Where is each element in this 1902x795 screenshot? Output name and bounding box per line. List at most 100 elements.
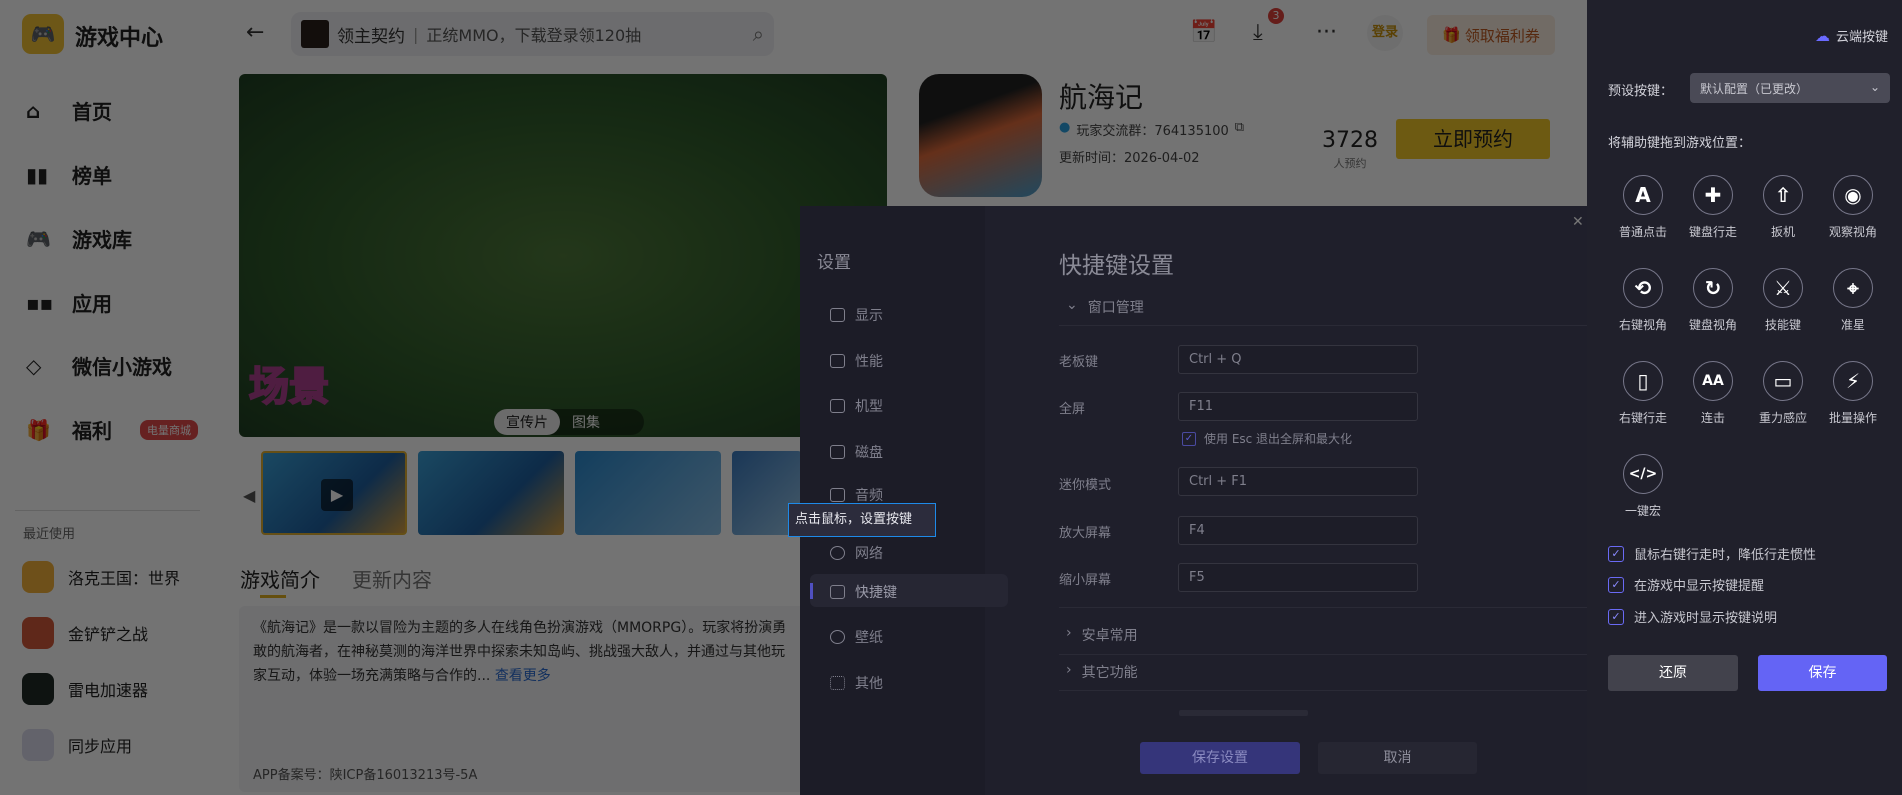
cancel-button[interactable]: 取消 (1318, 742, 1477, 774)
cloud-keys-button[interactable]: ☁ 云端按键 (1814, 26, 1888, 46)
sidebar-item-wechat-games[interactable]: ◇ 微信小游戏 (26, 351, 172, 380)
game-icon (22, 561, 54, 593)
label: 玩家交流群：764135100 (1076, 124, 1229, 139)
game-video-banner[interactable]: 场景 宣传片 图集 (239, 74, 887, 437)
update-time: 更新时间：2026-04-02 (1059, 151, 1200, 166)
banner-label: 场景 (248, 363, 330, 411)
mini-mode-input[interactable]: Ctrl + F1 (1178, 467, 1418, 496)
label: 使用 Esc 退出全屏和最大化 (1204, 432, 1353, 446)
sidebar-item-home[interactable]: ⌂ 首页 (26, 96, 112, 125)
option-checkbox[interactable]: ✓ 鼠标右键行走时，降低行走惯性 (1608, 544, 1816, 563)
section-android[interactable]: › 安卓常用 (1066, 625, 1138, 645)
more-icon[interactable]: ··· (1316, 20, 1337, 45)
search-input[interactable]: 领主契约 | 正统MMO，下载登录领120抽 ⌕ (291, 12, 774, 56)
settings-nav-audio[interactable]: 音频 (830, 485, 883, 505)
tab-gallery[interactable]: 图集 (560, 409, 612, 435)
thumbnail[interactable] (418, 451, 564, 535)
tool-label: 技能键 (1764, 318, 1801, 332)
tool-trigger[interactable]: ⇧ 扳机 (1748, 175, 1818, 240)
recent-item[interactable]: 洛克王国：世界 (22, 561, 180, 593)
preset-dropdown[interactable]: 默认配置（已更改） ⌄ (1690, 73, 1890, 103)
esc-checkbox[interactable]: ✓ 使用 Esc 退出全屏和最大化 (1182, 430, 1352, 447)
game-icon (22, 673, 54, 705)
settings-nav-model[interactable]: 机型 (830, 396, 883, 416)
settings-nav-other[interactable]: 其他 (830, 673, 883, 693)
tool-macro[interactable]: </> 一键宏 (1608, 454, 1678, 519)
tool-crosshair[interactable]: ⌖ 准星 (1818, 268, 1888, 333)
tool-label: 批量操作 (1828, 411, 1877, 425)
zoom-in-input[interactable]: F4 (1178, 516, 1418, 545)
player-group: ● 玩家交流群：764135100 ⧉ (1059, 120, 1244, 139)
back-arrow-icon[interactable]: ← (246, 20, 264, 45)
option-checkbox[interactable]: ✓ 在游戏中显示按键提醒 (1608, 575, 1764, 594)
mouse-view-icon: ⟲ (1623, 268, 1663, 308)
coupon-button[interactable]: 🎁 领取福利券 (1427, 15, 1555, 55)
settings-nav-disk[interactable]: 磁盘 (830, 442, 883, 462)
label: 安卓常用 (1081, 628, 1138, 644)
thumbnail-video[interactable]: ▶ (261, 451, 407, 535)
tool-tap[interactable]: A 普通点击 (1608, 175, 1678, 240)
sidebar-item-library[interactable]: 🎮 游戏库 (26, 224, 132, 253)
save-settings-button[interactable]: 保存设置 (1140, 742, 1300, 774)
swords-icon: ⚔ (1763, 268, 1803, 308)
close-icon[interactable]: ✕ (1572, 214, 1584, 230)
section-window[interactable]: ⌄ 窗口管理 (1066, 297, 1144, 317)
divider (1059, 607, 1587, 608)
section-other[interactable]: › 其它功能 (1066, 662, 1138, 682)
recent-item[interactable]: 金铲铲之战 (22, 617, 148, 649)
sidebar-item-apps[interactable]: ▪▪ 应用 (26, 288, 112, 317)
globe-icon (830, 546, 845, 560)
download-icon[interactable]: ⤓ (1253, 20, 1263, 45)
tool-combo[interactable]: AA 连击 (1678, 361, 1748, 426)
zoom-out-input[interactable]: F5 (1178, 563, 1418, 592)
settings-nav-display[interactable]: 显示 (830, 305, 883, 325)
divider (1059, 325, 1587, 326)
calendar-icon[interactable]: 📅 (1190, 20, 1217, 45)
search-hint: 正统MMO，下载登录领120抽 (426, 26, 642, 45)
tab-indicator (260, 595, 286, 598)
recent-item[interactable]: 同步应用 (22, 729, 132, 761)
tab-updates[interactable]: 更新内容 (352, 564, 432, 593)
cloud-icon: ☁ (1814, 26, 1830, 45)
macro-icon: </> (1623, 454, 1663, 494)
settings-nav-performance[interactable]: 性能 (830, 351, 883, 371)
reserve-button[interactable]: 立即预约 (1396, 119, 1550, 159)
tool-mouse[interactable]: ▯ 右键行走 (1608, 361, 1678, 426)
tool-dpad[interactable]: ✚ 键盘行走 (1678, 175, 1748, 240)
settings-nav-network[interactable]: 网络 (830, 543, 883, 563)
tab-intro[interactable]: 游戏简介 (240, 564, 320, 593)
tool-swords[interactable]: ⚔ 技能键 (1748, 268, 1818, 333)
folder-icon (830, 399, 845, 413)
label: 首页 (72, 100, 112, 124)
eye-icon: ◉ (1833, 175, 1873, 215)
save-button[interactable]: 保存 (1758, 655, 1887, 691)
tab-video[interactable]: 宣传片 (494, 409, 560, 435)
tool-eye[interactable]: ◉ 观察视角 (1818, 175, 1888, 240)
apps-icon: ▪▪ (26, 290, 54, 315)
tool-lightning[interactable]: ⚡ 批量操作 (1818, 361, 1888, 426)
settings-nav-wallpaper[interactable]: 壁纸 (830, 627, 883, 647)
row-label: 全屏 (1059, 402, 1086, 417)
label: 进入游戏时显示按键说明 (1634, 611, 1778, 626)
tool-mouse-view[interactable]: ⟲ 右键视角 (1608, 268, 1678, 333)
thumbnail[interactable] (575, 451, 721, 535)
tool-gravity[interactable]: ▭ 重力感应 (1748, 361, 1818, 426)
label: 快捷键 (855, 585, 897, 601)
settings-nav-shortcuts[interactable]: 快捷键 (830, 582, 897, 602)
search-icon[interactable]: ⌕ (753, 22, 764, 46)
boss-key-input[interactable]: Ctrl + Q (1178, 345, 1418, 374)
label: 雷电加速器 (68, 681, 149, 700)
copy-icon[interactable]: ⧉ (1235, 120, 1244, 139)
fullscreen-input[interactable]: F11 (1178, 392, 1418, 421)
row-label: 老板键 (1059, 355, 1099, 370)
login-button[interactable]: 登录 (1367, 15, 1403, 51)
tool-keyboard-view[interactable]: ↻ 键盘视角 (1678, 268, 1748, 333)
chevron-down-icon: ⌄ (1066, 297, 1078, 313)
reset-button[interactable]: 还原 (1608, 655, 1738, 691)
option-checkbox[interactable]: ✓ 进入游戏时显示按键说明 (1608, 607, 1777, 626)
thumb-prev-icon[interactable]: ◀ (243, 486, 255, 505)
see-more-link[interactable]: 查看更多 (495, 668, 551, 684)
sidebar-item-ranking[interactable]: ▮▮ 榜单 (26, 160, 112, 189)
recent-item[interactable]: 雷电加速器 (22, 673, 148, 705)
sidebar-item-welfare[interactable]: 🎁 福利 电量商城 (26, 415, 198, 444)
